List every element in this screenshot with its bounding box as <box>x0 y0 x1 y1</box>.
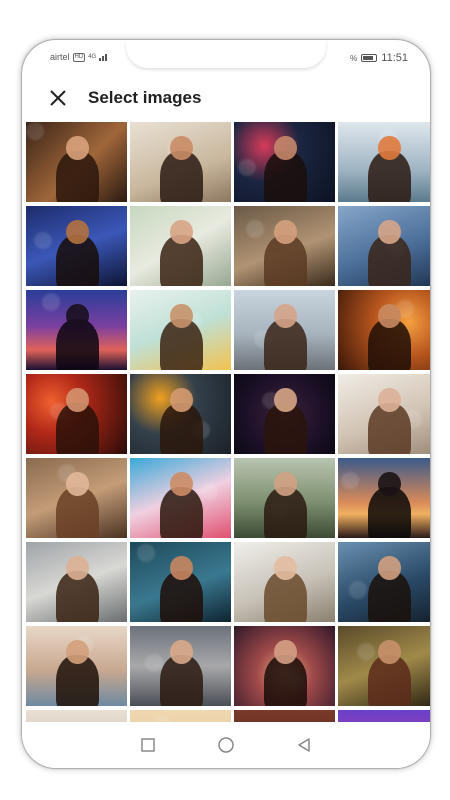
image-thumbnail[interactable] <box>338 626 430 706</box>
image-grid <box>26 122 430 722</box>
thumbnail-face <box>378 640 401 665</box>
thumbnail-light <box>26 122 45 140</box>
thumbnail-face <box>170 472 193 497</box>
image-thumbnail[interactable] <box>234 458 335 538</box>
thumbnail-face <box>170 556 193 581</box>
carrier-label: airtel <box>50 52 70 62</box>
image-thumbnail[interactable] <box>26 290 127 370</box>
thumbnail-light <box>246 220 265 238</box>
image-thumbnail[interactable] <box>234 122 335 202</box>
image-thumbnail[interactable] <box>130 122 231 202</box>
thumbnail-face <box>170 220 193 245</box>
thumbnail-face <box>274 556 297 581</box>
thumbnail-light <box>238 158 257 177</box>
image-thumbnail[interactable] <box>26 122 127 202</box>
battery-icon <box>361 54 378 62</box>
back-icon <box>298 738 310 752</box>
image-thumbnail[interactable] <box>26 542 127 622</box>
navigation-bar <box>22 722 430 768</box>
thumbnail-face <box>274 472 297 497</box>
close-icon <box>50 90 66 106</box>
thumbnail-face <box>66 640 89 665</box>
image-thumbnail[interactable] <box>234 290 335 370</box>
thumbnail-face <box>170 136 193 161</box>
image-thumbnail[interactable] <box>130 290 231 370</box>
thumbnail-light <box>199 482 218 501</box>
thumbnail-light <box>137 544 156 562</box>
thumbnail-face <box>170 640 193 665</box>
thumbnail-face <box>66 220 89 245</box>
status-left: airtel HD 4G <box>50 52 109 62</box>
image-thumbnail[interactable] <box>338 458 430 538</box>
thumbnail-light <box>357 642 376 661</box>
app-bar: Select images <box>22 76 430 120</box>
thumbnail-face <box>274 136 297 161</box>
thumbnail-face <box>378 388 401 413</box>
home-icon <box>218 737 234 753</box>
image-thumbnail[interactable] <box>130 206 231 286</box>
thumbnail-face <box>274 388 297 413</box>
home-button[interactable] <box>216 735 236 755</box>
image-thumbnail[interactable] <box>338 122 430 202</box>
thumbnail-face <box>274 640 297 665</box>
back-button[interactable] <box>294 735 314 755</box>
thumbnail-face <box>66 388 89 413</box>
thumbnail-face <box>66 472 89 497</box>
thumbnail-face <box>274 304 297 329</box>
thumbnail-face <box>378 556 401 581</box>
image-thumbnail[interactable] <box>234 542 335 622</box>
image-thumbnail[interactable] <box>26 374 127 454</box>
clock: 11:51 <box>381 52 408 64</box>
thumbnail-light <box>42 293 61 311</box>
image-thumbnail[interactable] <box>130 374 231 454</box>
thumbnail-face <box>170 388 193 413</box>
status-bar: airtel HD 4G % 11:51 <box>22 40 430 68</box>
phone-frame: airtel HD 4G % 11:51 Select images <box>22 40 430 768</box>
image-thumbnail[interactable] <box>26 710 127 722</box>
thumbnail-face <box>378 472 401 497</box>
image-thumbnail[interactable] <box>130 710 231 722</box>
image-thumbnail[interactable] <box>26 626 127 706</box>
image-thumbnail[interactable] <box>338 290 430 370</box>
image-thumbnail[interactable] <box>338 374 430 454</box>
thumbnail-face <box>170 304 193 329</box>
thumbnail-light <box>34 231 53 250</box>
thumbnail-light <box>145 654 164 672</box>
page-title: Select images <box>88 88 202 107</box>
recents-button[interactable] <box>138 735 158 755</box>
thumbnail-face <box>66 556 89 581</box>
signal-icon <box>99 53 109 61</box>
image-thumbnail[interactable] <box>130 458 231 538</box>
network-type: 4G <box>88 54 97 60</box>
image-thumbnail[interactable] <box>26 458 127 538</box>
thumbnail-face <box>378 304 401 329</box>
image-thumbnail[interactable] <box>234 626 335 706</box>
image-thumbnail[interactable] <box>234 710 335 722</box>
thumbnail-face <box>378 220 401 245</box>
thumbnail-face <box>274 220 297 245</box>
thumbnail-light <box>341 471 360 490</box>
thumbnail-face <box>378 136 401 161</box>
battery-percent-label: % <box>350 53 358 63</box>
image-thumbnail[interactable] <box>338 542 430 622</box>
network-badge: HD <box>72 52 86 62</box>
image-thumbnail[interactable] <box>26 206 127 286</box>
close-button[interactable] <box>38 78 78 118</box>
status-right: % 11:51 <box>350 52 408 64</box>
thumbnail-light <box>349 581 368 599</box>
thumbnail-face <box>66 304 89 329</box>
thumbnail-face <box>66 136 89 161</box>
image-thumbnail[interactable] <box>234 206 335 286</box>
image-thumbnail[interactable] <box>338 710 430 722</box>
image-thumbnail[interactable] <box>234 374 335 454</box>
image-thumbnail[interactable] <box>338 206 430 286</box>
image-thumbnail[interactable] <box>130 542 231 622</box>
image-thumbnail[interactable] <box>130 626 231 706</box>
recents-icon <box>141 738 155 752</box>
